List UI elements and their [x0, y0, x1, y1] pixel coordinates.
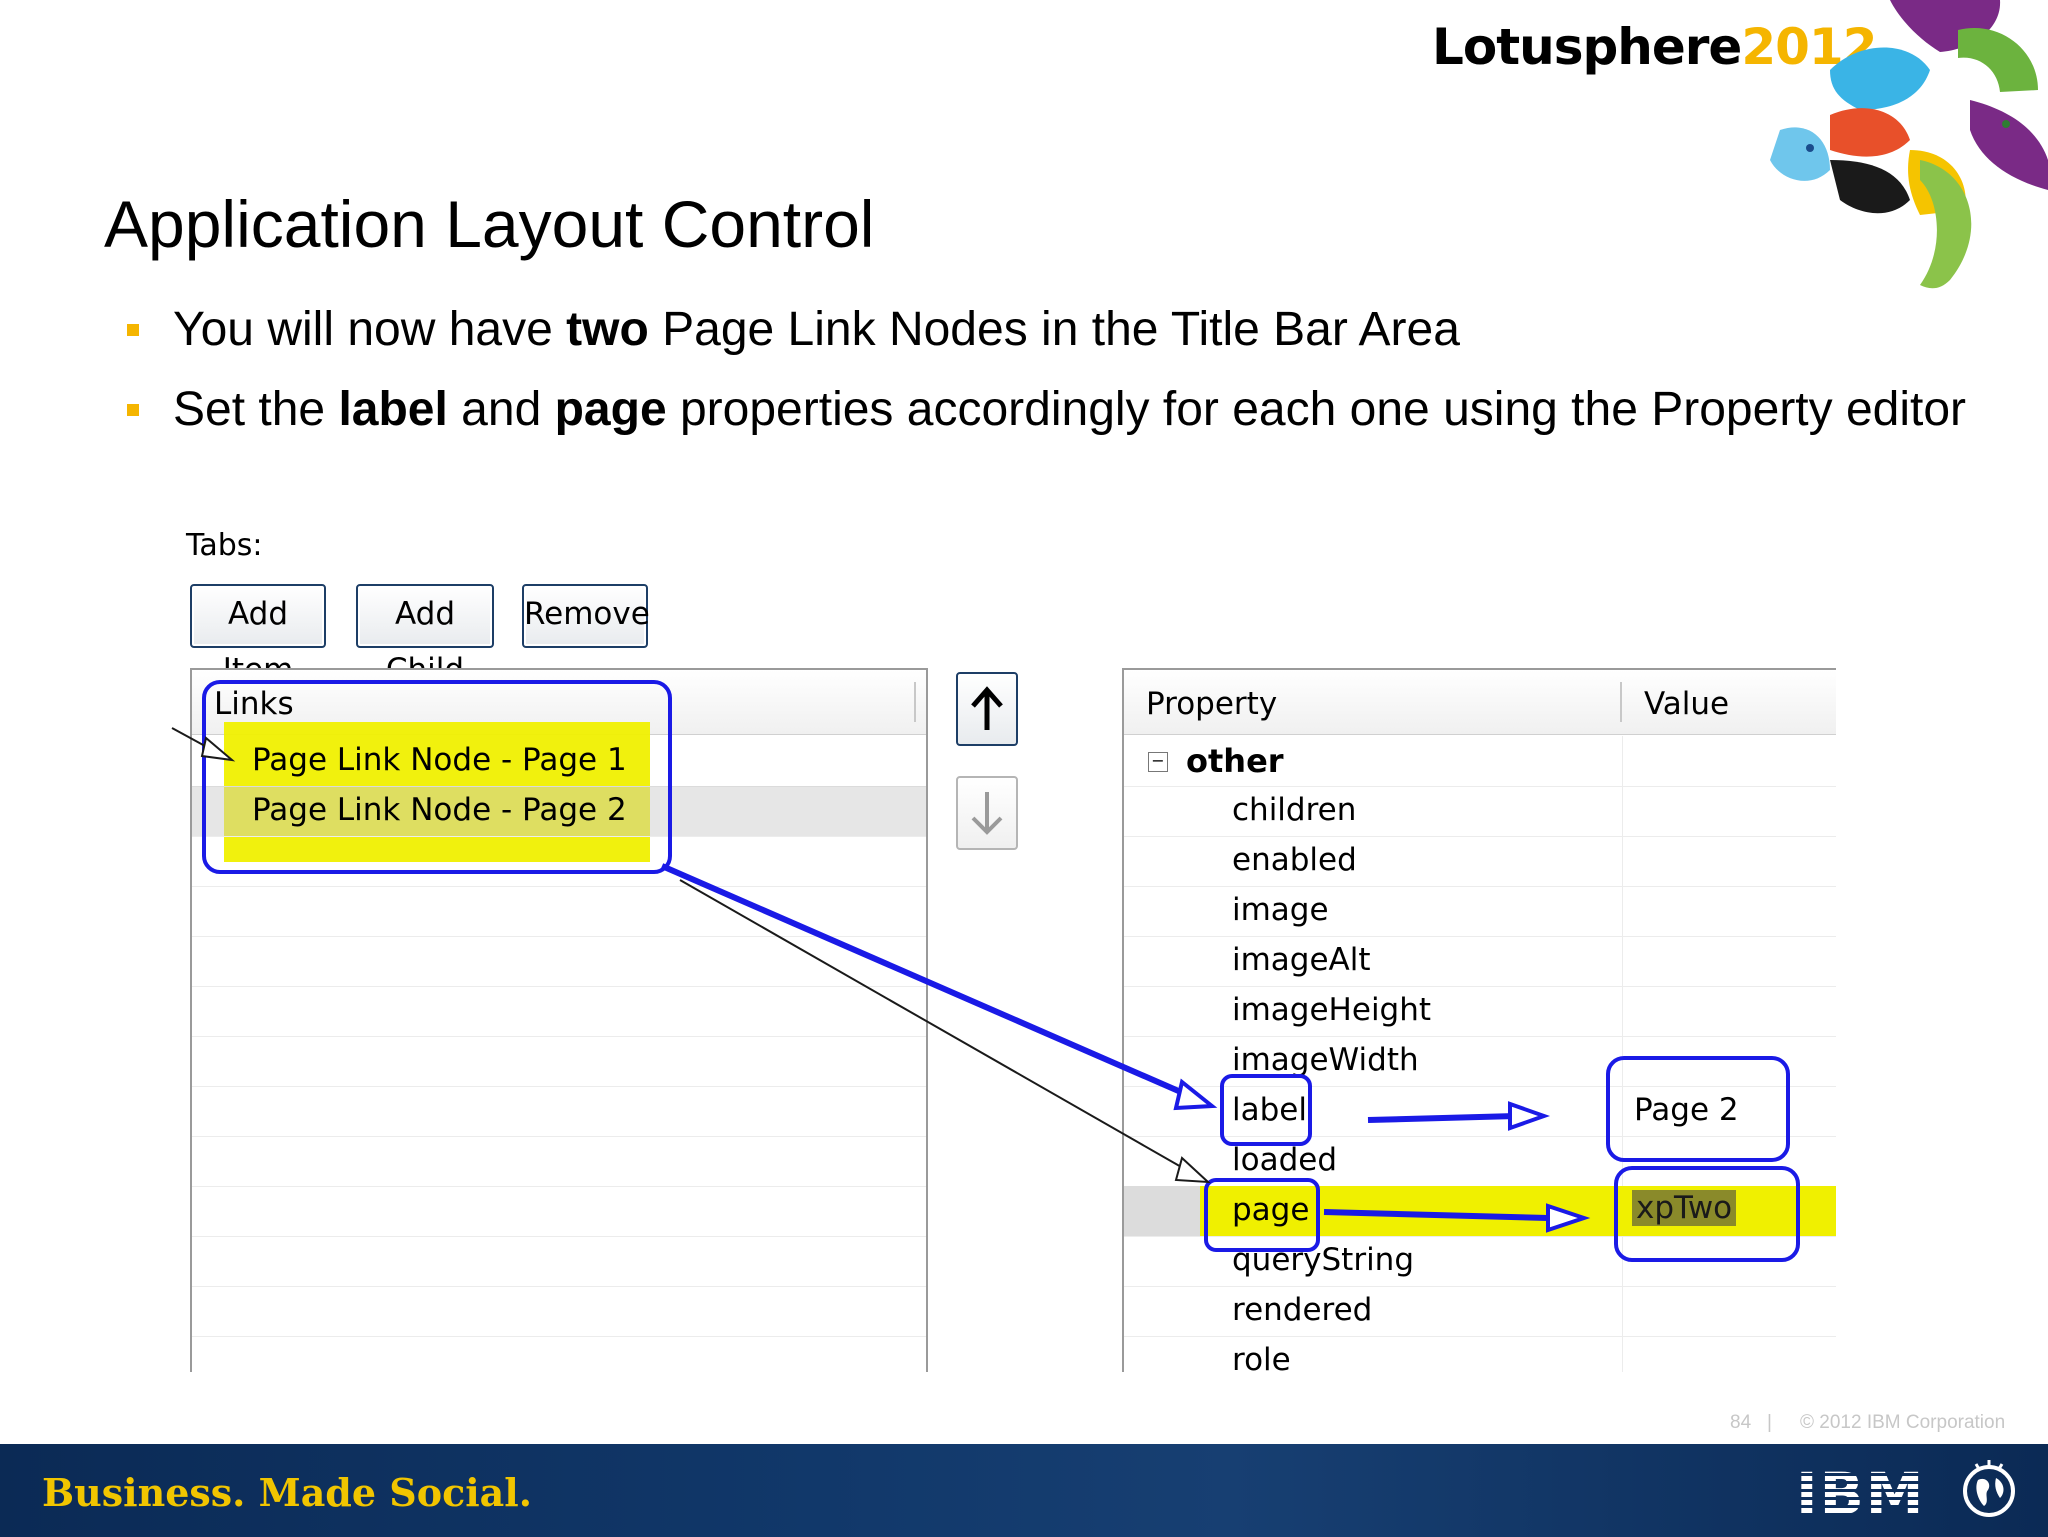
footer-separator: |: [1766, 1412, 1772, 1433]
slide-number: 84 |: [1730, 1412, 1772, 1434]
globe-icon: [1963, 1460, 2015, 1517]
slide-number-value: 84: [1730, 1412, 1752, 1433]
tagline: Business. Made Social.: [42, 1470, 532, 1515]
arrow-pointer-tree-head: [200, 736, 236, 762]
arrow-label-to-value: [1367, 1113, 1517, 1123]
arrow-tree-to-page-head: [1174, 1156, 1211, 1184]
arrow-page-to-value: [1323, 1209, 1549, 1221]
arrow-tree-to-label-head: [1173, 1078, 1218, 1111]
footer-bar: Business. Made Social. IBM: [0, 1444, 2048, 1537]
arrow-tree-to-label: [660, 863, 1192, 1099]
ibm-logo: IBM: [1796, 1460, 1926, 1528]
arrow-label-to-value-head: [1508, 1101, 1551, 1131]
annotation-arrows: [171, 727, 1591, 1233]
arrow-tree-to-page: [679, 879, 1191, 1173]
copyright-text: © 2012 IBM Corporation: [1800, 1412, 2006, 1433]
arrow-page-to-value-head: [1546, 1203, 1591, 1233]
